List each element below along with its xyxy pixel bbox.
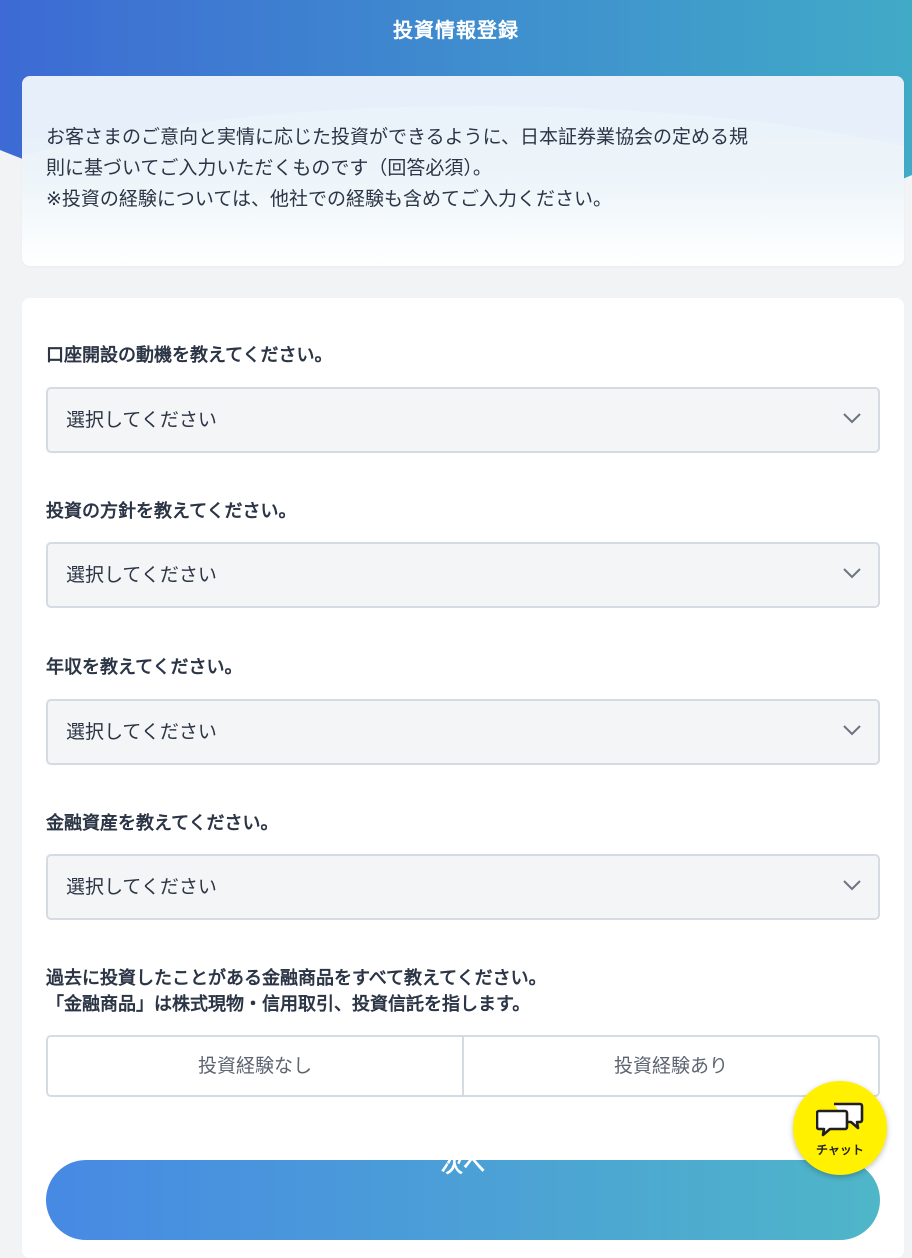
chevron-down-icon: [843, 725, 861, 736]
next-button-label: 次へ: [440, 1153, 485, 1178]
next-button[interactable]: 次へ: [46, 1153, 880, 1240]
chat-button[interactable]: チャット: [793, 1081, 887, 1175]
policy-select-value: 選択してください: [66, 564, 217, 586]
intro-line-1: お客さまのご意向と実情に応じた投資ができるように、日本証券業協会の定める規: [46, 126, 749, 148]
chat-label: チャット: [816, 1143, 864, 1157]
intro-line-2: 則に基づいてご入力いただくものです（回答必須）。: [46, 157, 492, 179]
question-label-motive: 口座開設の動機を教えてください。: [46, 345, 333, 366]
question-label-income: 年収を教えてください。: [46, 657, 243, 678]
question-label-assets: 金融資産を教えてください。: [46, 813, 279, 834]
intro-card: お客さまのご意向と実情に応じた投資ができるように、日本証券業協会の定める規 則に…: [22, 76, 904, 266]
income-select[interactable]: 選択してください: [46, 699, 880, 765]
income-select-value: 選択してください: [66, 721, 217, 743]
chevron-down-icon: [843, 568, 861, 579]
experience-label-line-1: 過去に投資したことがある金融商品をすべて教えてください。: [46, 968, 547, 989]
experience-toggle-group: 投資経験なし 投資経験あり: [46, 1035, 880, 1097]
chat-bubbles-icon: [816, 1102, 864, 1137]
assets-select[interactable]: 選択してください: [46, 854, 880, 920]
assets-select-value: 選択してください: [66, 876, 217, 898]
page-title: 投資情報登録: [393, 18, 519, 42]
intro-text: お客さまのご意向と実情に応じた投資ができるように、日本証券業協会の定める規 則に…: [46, 122, 886, 215]
chevron-down-icon: [843, 880, 861, 891]
question-label-experience: 過去に投資したことがある金融商品をすべて教えてください。 「金融商品」は株式現物…: [46, 966, 547, 1018]
no-experience-option[interactable]: 投資経験なし: [48, 1037, 462, 1095]
motive-select[interactable]: 選択してください: [46, 387, 880, 453]
intro-note: ※投資の経験については、他社での経験も含めてご入力ください。: [46, 188, 612, 210]
question-label-policy: 投資の方針を教えてください。: [46, 501, 297, 522]
chevron-down-icon: [843, 413, 861, 424]
policy-select[interactable]: 選択してください: [46, 542, 880, 608]
experience-label-line-2: 「金融商品」は株式現物・信用取引、投資信託を指します。: [46, 994, 531, 1015]
motive-select-value: 選択してください: [66, 409, 217, 431]
form-card: 口座開設の動機を教えてください。 選択してください 投資の方針を教えてください。…: [22, 298, 904, 1258]
